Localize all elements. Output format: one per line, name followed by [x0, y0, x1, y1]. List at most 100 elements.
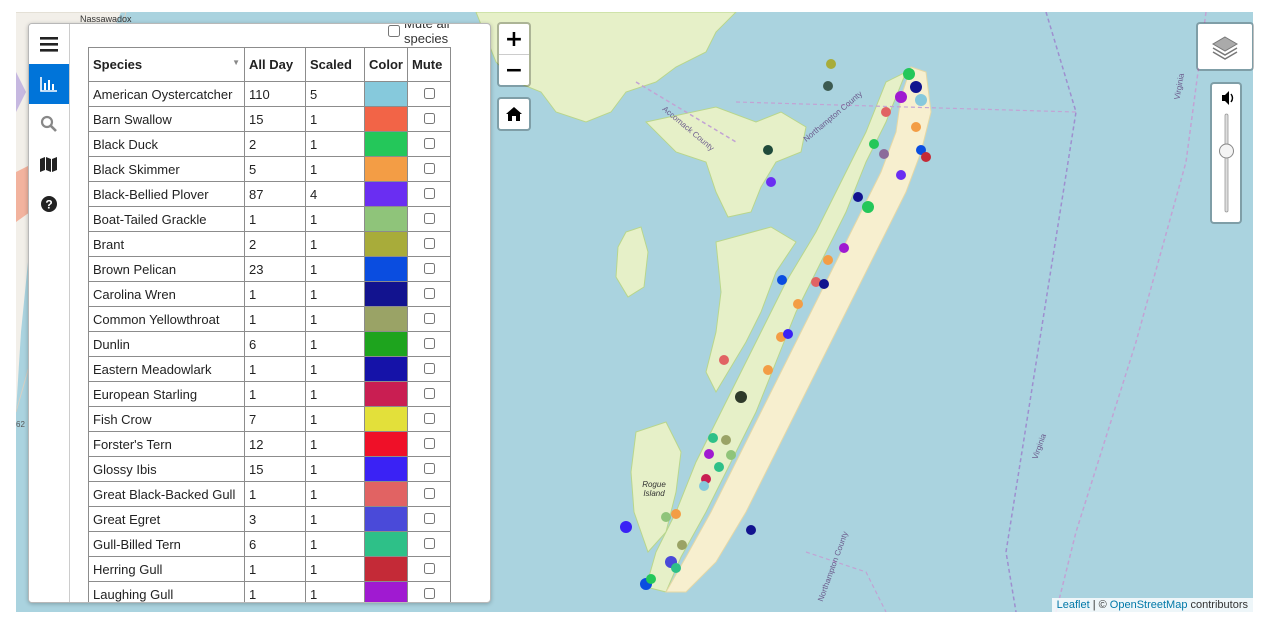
mute-cell — [407, 506, 451, 532]
color-swatch — [364, 556, 408, 582]
zoom-control: + − — [497, 22, 531, 87]
table-row: Gull-Billed Tern 6 1 — [88, 531, 451, 557]
species-name-cell: Great Egret — [88, 506, 245, 532]
tab-species-chart[interactable] — [29, 64, 69, 104]
mute-checkbox[interactable] — [423, 362, 435, 374]
layers-control[interactable] — [1196, 22, 1254, 71]
mute-checkbox[interactable] — [423, 437, 435, 449]
tab-map[interactable] — [29, 144, 69, 184]
mute-checkbox[interactable] — [423, 262, 435, 274]
mute-checkbox[interactable] — [423, 562, 435, 574]
color-swatch — [364, 106, 408, 132]
mute-checkbox[interactable] — [423, 387, 435, 399]
osm-link[interactable]: OpenStreetMap — [1110, 599, 1188, 611]
home-icon — [506, 107, 522, 121]
mute-cell — [407, 281, 451, 307]
scaled-count-cell: 1 — [305, 231, 365, 257]
sort-caret-icon: ▼ — [232, 58, 240, 67]
mute-checkbox[interactable] — [423, 487, 435, 499]
species-name-cell: Herring Gull — [88, 556, 245, 582]
all-day-count-cell: 1 — [244, 206, 306, 232]
tab-menu[interactable] — [29, 24, 69, 64]
table-row: Eastern Meadowlark 1 1 — [88, 356, 451, 382]
header-all-day[interactable]: All Day — [244, 47, 306, 82]
zoom-in-button[interactable]: + — [499, 24, 529, 55]
table-row: Black-Bellied Plover 87 4 — [88, 181, 451, 207]
mute-checkbox[interactable] — [423, 312, 435, 324]
species-name-cell: Great Black-Backed Gull — [88, 481, 245, 507]
color-swatch — [364, 356, 408, 382]
mute-checkbox[interactable] — [423, 237, 435, 249]
table-row: European Starling 1 1 — [88, 381, 451, 407]
species-name-cell: Laughing Gull — [88, 581, 245, 602]
all-day-count-cell: 2 — [244, 131, 306, 157]
table-row: American Oystercatcher 110 5 — [88, 81, 451, 107]
mute-checkbox[interactable] — [423, 512, 435, 524]
species-name-cell: Carolina Wren — [88, 281, 245, 307]
table-row: Great Black-Backed Gull 1 1 — [88, 481, 451, 507]
table-row: Black Duck 2 1 — [88, 131, 451, 157]
species-name-cell: Black-Bellied Plover — [88, 181, 245, 207]
species-name-cell: Dunlin — [88, 331, 245, 357]
species-name-cell: Fish Crow — [88, 406, 245, 432]
mute-checkbox[interactable] — [423, 587, 435, 599]
mute-checkbox[interactable] — [423, 537, 435, 549]
volume-thumb — [1219, 143, 1234, 159]
table-row: Barn Swallow 15 1 — [88, 106, 451, 132]
menu-icon — [40, 37, 58, 52]
mute-checkbox[interactable] — [423, 462, 435, 474]
color-swatch — [364, 331, 408, 357]
mute-checkbox[interactable] — [423, 287, 435, 299]
mute-cell — [407, 331, 451, 357]
mute-cell — [407, 306, 451, 332]
mute-checkbox[interactable] — [423, 137, 435, 149]
all-day-count-cell: 1 — [244, 581, 306, 602]
color-swatch — [364, 156, 408, 182]
scaled-count-cell: 1 — [305, 581, 365, 602]
mute-checkbox[interactable] — [423, 337, 435, 349]
all-day-count-cell: 15 — [244, 456, 306, 482]
table-row: Great Egret 3 1 — [88, 506, 451, 532]
mute-checkbox[interactable] — [423, 187, 435, 199]
zoom-out-button[interactable]: − — [499, 55, 529, 85]
home-button[interactable] — [499, 99, 529, 129]
color-swatch — [364, 506, 408, 532]
color-swatch — [364, 406, 408, 432]
mute-checkbox[interactable] — [423, 162, 435, 174]
scaled-count-cell: 1 — [305, 481, 365, 507]
species-name-cell: Barn Swallow — [88, 106, 245, 132]
species-name-cell: Black Duck — [88, 131, 245, 157]
table-row: Brant 2 1 — [88, 231, 451, 257]
map-attribution: Leaflet | © OpenStreetMap contributors — [1051, 598, 1253, 612]
mute-cell — [407, 106, 451, 132]
mute-checkbox[interactable] — [423, 412, 435, 424]
mute-checkbox[interactable] — [423, 112, 435, 124]
color-swatch — [364, 81, 408, 107]
leaflet-link[interactable]: Leaflet — [1057, 599, 1090, 611]
all-day-count-cell: 1 — [244, 356, 306, 382]
table-row: Laughing Gull 1 1 — [88, 581, 451, 602]
mute-all-control[interactable]: Mute all species — [388, 24, 490, 46]
header-mute: Mute — [407, 47, 451, 82]
table-row: Carolina Wren 1 1 — [88, 281, 451, 307]
scaled-count-cell: 1 — [305, 406, 365, 432]
scaled-count-cell: 1 — [305, 456, 365, 482]
svg-text:?: ? — [45, 198, 52, 212]
mute-checkbox[interactable] — [423, 212, 435, 224]
header-species-label: Species — [93, 57, 143, 72]
header-scaled[interactable]: Scaled — [305, 47, 365, 82]
header-species[interactable]: Species ▼ — [88, 47, 245, 82]
all-day-count-cell: 110 — [244, 81, 306, 107]
species-name-cell: Eastern Meadowlark — [88, 356, 245, 382]
layers-icon — [1212, 35, 1238, 60]
tab-search[interactable] — [29, 104, 69, 144]
mute-cell — [407, 556, 451, 582]
species-name-cell: European Starling — [88, 381, 245, 407]
mute-cell — [407, 481, 451, 507]
mute-checkbox[interactable] — [423, 87, 435, 99]
tab-help[interactable]: ? — [29, 184, 69, 224]
color-swatch — [364, 481, 408, 507]
color-swatch — [364, 256, 408, 282]
mute-all-checkbox[interactable] — [388, 25, 400, 37]
mute-cell — [407, 256, 451, 282]
